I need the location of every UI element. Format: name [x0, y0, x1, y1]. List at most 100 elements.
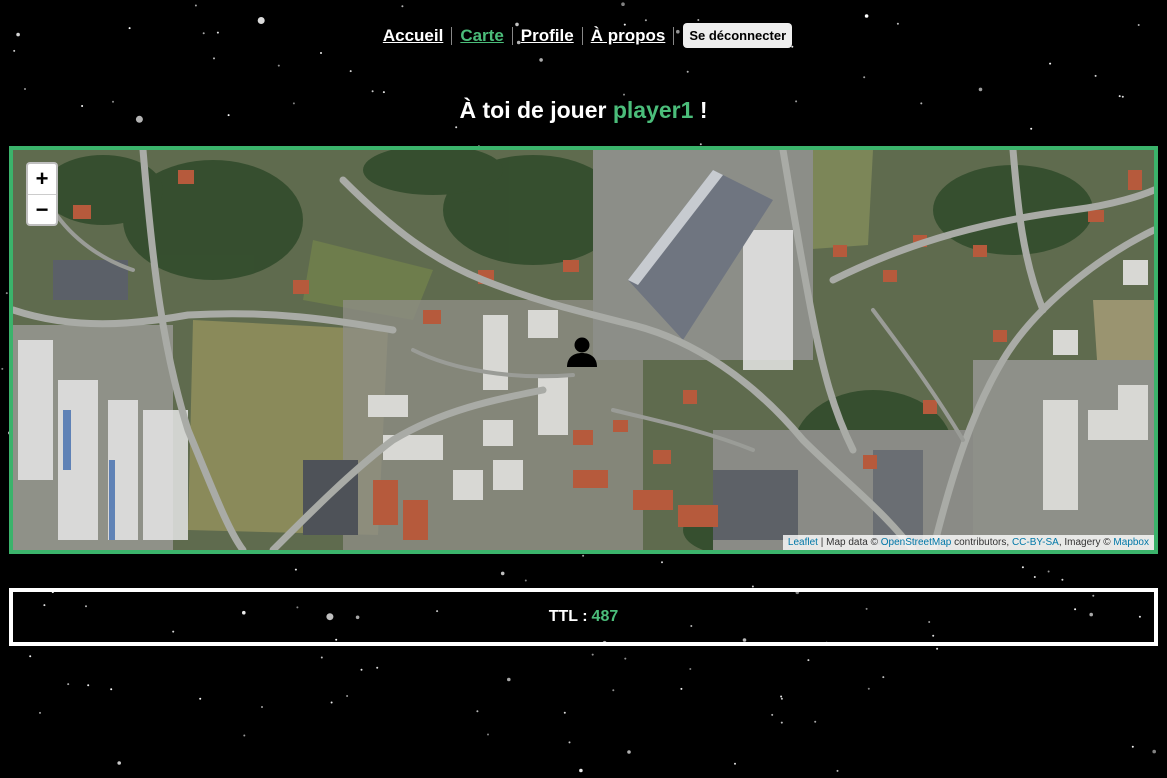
attribution-text: | Map data © [817, 537, 881, 548]
star [524, 579, 527, 582]
player-name: player1 [612, 97, 694, 123]
zoom-in-button[interactable]: + [28, 164, 56, 194]
star [936, 647, 939, 650]
star [867, 687, 870, 690]
star [863, 76, 866, 79]
star [277, 64, 280, 67]
attribution-text: contributors, [951, 537, 1012, 548]
attribution-text: , Imagery © [1058, 537, 1114, 548]
star [199, 697, 202, 700]
star [644, 19, 647, 22]
nav-link-accueil[interactable]: Accueil [375, 26, 451, 46]
star [117, 761, 121, 765]
star [807, 659, 810, 662]
star [624, 657, 627, 660]
star [579, 768, 583, 773]
star [627, 750, 631, 754]
star [612, 689, 615, 692]
star [1, 367, 4, 370]
star [734, 762, 736, 765]
star [213, 57, 215, 60]
star [13, 49, 16, 52]
star [1131, 745, 1134, 748]
logout-button[interactable]: Se déconnecter [683, 23, 793, 48]
star [1061, 578, 1064, 581]
star [29, 655, 32, 658]
star [87, 684, 90, 687]
star [360, 668, 363, 671]
zoom-out-button[interactable]: − [28, 194, 56, 224]
star [110, 688, 113, 691]
star [864, 14, 869, 18]
user-icon[interactable] [564, 334, 600, 370]
star [261, 706, 263, 708]
star [814, 720, 817, 723]
star [1094, 74, 1097, 77]
star [686, 70, 689, 73]
satellite-map[interactable]: + − Leaflet | Map data © OpenStreetMap c… [9, 146, 1158, 554]
nav-link-carte[interactable]: Carte [452, 26, 511, 46]
star [24, 88, 26, 90]
star [591, 653, 594, 656]
star [621, 2, 625, 6]
star [500, 571, 505, 576]
star [689, 668, 692, 670]
star [507, 677, 511, 682]
license-link[interactable]: CC-BY-SA [1012, 537, 1059, 548]
mapbox-link[interactable]: Mapbox [1113, 537, 1149, 548]
star [780, 721, 783, 724]
star [623, 93, 625, 96]
star [539, 58, 543, 62]
ttl-panel: TTL : 487 [9, 588, 1158, 646]
star [476, 710, 479, 713]
star [376, 666, 379, 669]
star [882, 676, 885, 679]
star [320, 656, 323, 659]
star [699, 143, 702, 146]
star [661, 561, 663, 564]
star [39, 711, 41, 714]
star [346, 695, 349, 697]
star [487, 733, 489, 736]
star [680, 687, 683, 690]
star [243, 734, 246, 737]
star [455, 126, 458, 129]
leaflet-link[interactable]: Leaflet [788, 537, 818, 548]
nav-separator [673, 26, 675, 45]
star [780, 695, 783, 698]
title-suffix: ! [699, 97, 708, 123]
star [582, 554, 585, 557]
star [194, 4, 197, 7]
star [401, 5, 404, 8]
star [382, 91, 385, 94]
star [5, 292, 8, 295]
star [568, 741, 571, 744]
ttl-label: TTL : [548, 608, 588, 625]
star [697, 19, 700, 21]
nav-link-profile[interactable]: Profile [513, 26, 582, 46]
star [349, 70, 352, 73]
star [1152, 749, 1156, 754]
page-title: À toi de jouer player1 ! [0, 97, 1167, 124]
star [67, 683, 70, 686]
star [1030, 127, 1033, 130]
title-prefix: À toi de jouer [459, 97, 607, 123]
star [1021, 566, 1024, 569]
star [836, 769, 839, 772]
zoom-control: + − [26, 162, 58, 226]
star [294, 568, 297, 571]
star [563, 711, 566, 714]
star [771, 713, 774, 716]
star [1047, 570, 1050, 573]
map-attribution: Leaflet | Map data © OpenStreetMap contr… [782, 535, 1154, 550]
star [780, 697, 783, 700]
nav-link-a-propos[interactable]: À propos [583, 26, 674, 46]
ttl-value: 487 [591, 608, 619, 625]
star [1049, 62, 1052, 65]
star [320, 52, 322, 54]
star [371, 90, 374, 93]
star [978, 87, 983, 92]
osm-link[interactable]: OpenStreetMap [881, 537, 952, 548]
main-nav: Accueil Carte Profile À propos Se déconn… [0, 23, 1167, 48]
star [330, 701, 333, 704]
